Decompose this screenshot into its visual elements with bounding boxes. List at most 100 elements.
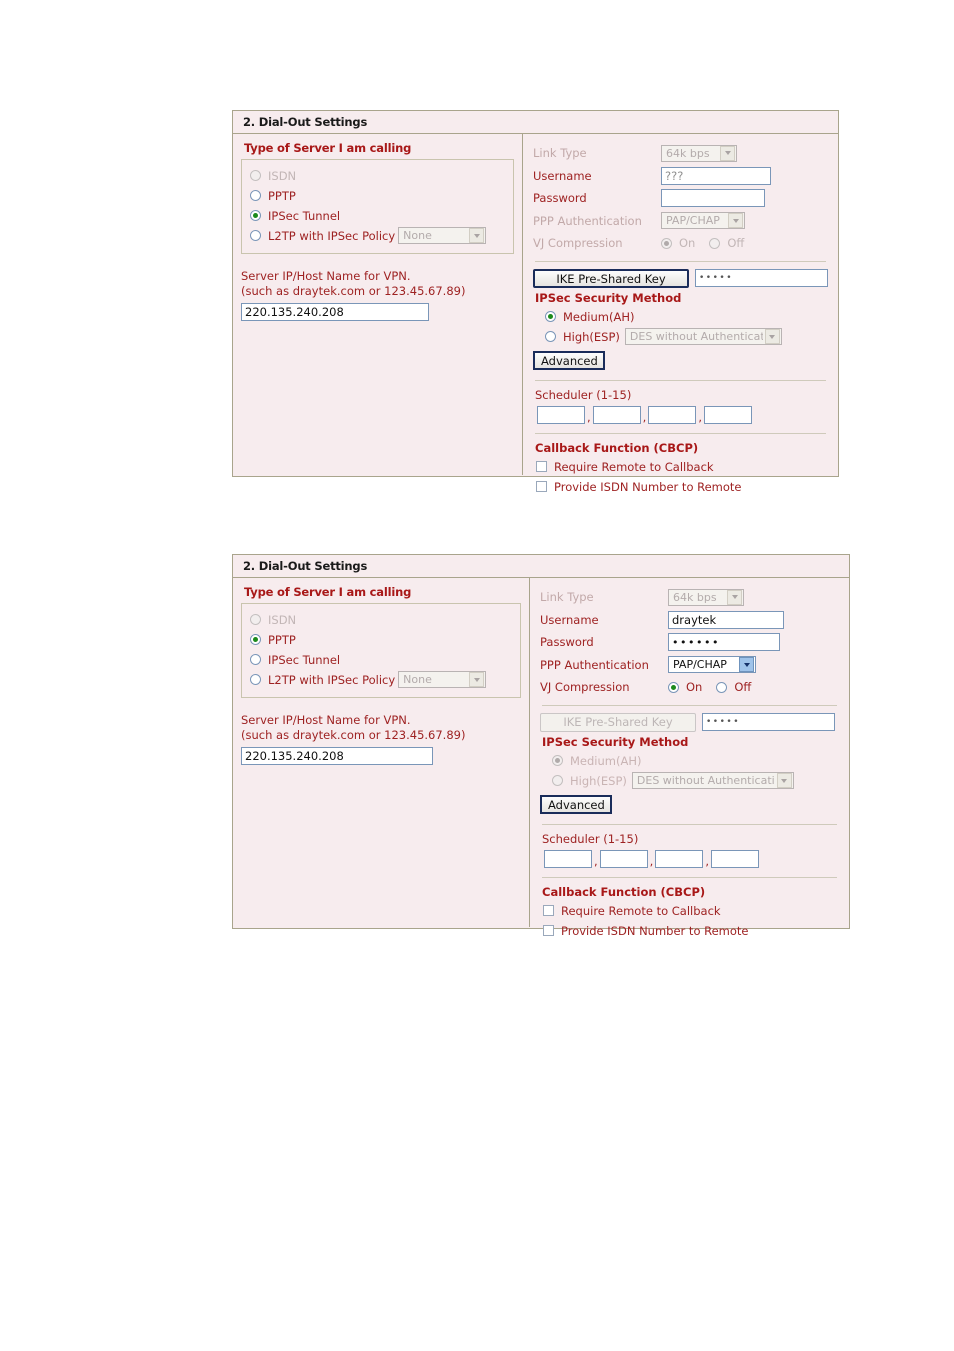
chevron-down-icon[interactable] bbox=[739, 657, 754, 673]
ipsec-label-high-esp: High(ESP) bbox=[570, 773, 627, 788]
scheduler-input-1[interactable] bbox=[537, 405, 585, 424]
checkbox-provide-isdn-icon[interactable] bbox=[543, 925, 554, 936]
ppp-authentication-value: PAP/CHAP bbox=[673, 658, 727, 672]
link-type-select[interactable]: 64k bps bbox=[668, 588, 744, 606]
ppp-authentication-select[interactable]: PAP/CHAP bbox=[661, 212, 745, 230]
ike-pre-shared-key-button[interactable]: IKE Pre-Shared Key bbox=[533, 268, 689, 288]
server-type-label-isdn: ISDN bbox=[268, 168, 297, 183]
radio-isdn-icon[interactable] bbox=[250, 614, 261, 625]
dial-out-settings-panel-1: 2. Dial-Out Settings Type of Server I am… bbox=[232, 110, 839, 494]
server-type-option-ipsec-tunnel[interactable]: IPSec Tunnel bbox=[250, 206, 507, 225]
radio-ipsec-tunnel-icon[interactable] bbox=[250, 210, 261, 221]
link-type-select[interactable]: 64k bps bbox=[661, 144, 737, 162]
radio-medium-ah-icon[interactable] bbox=[552, 755, 563, 766]
ipsec-option-high-esp[interactable]: High(ESP) DES without Authentication bbox=[533, 327, 828, 347]
callback-label-require-remote: Require Remote to Callback bbox=[561, 903, 721, 918]
password-input[interactable]: •••••• bbox=[668, 633, 780, 652]
chevron-down-icon[interactable] bbox=[776, 773, 792, 788]
server-ip-input[interactable]: 220.135.240.208 bbox=[241, 747, 433, 765]
callback-option-require-remote[interactable]: Require Remote to Callback bbox=[540, 901, 839, 921]
radio-pptp-icon[interactable] bbox=[250, 190, 261, 201]
radio-high-esp-icon[interactable] bbox=[545, 331, 556, 342]
radio-pptp-icon[interactable] bbox=[250, 634, 261, 645]
callback-function-heading: Callback Function (CBCP) bbox=[535, 440, 699, 455]
link-type-row: Link Type 64k bps bbox=[540, 586, 839, 609]
vj-compression-off-option[interactable]: Off bbox=[716, 680, 751, 694]
radio-high-esp-icon[interactable] bbox=[552, 775, 563, 786]
vj-off-label: Off bbox=[734, 680, 752, 695]
server-ip-input[interactable]: 220.135.240.208 bbox=[241, 303, 429, 321]
ppp-authentication-select[interactable]: PAP/CHAP bbox=[668, 656, 756, 674]
ike-pre-shared-key-input[interactable]: ••••• bbox=[702, 713, 835, 731]
radio-vj-off-icon[interactable] bbox=[716, 681, 728, 693]
server-type-option-isdn[interactable]: ISDN bbox=[250, 166, 507, 185]
connection-settings-column: Link Type 64k bps Username ??? Password … bbox=[523, 134, 838, 494]
chevron-down-icon[interactable] bbox=[764, 329, 780, 344]
radio-vj-on-icon[interactable] bbox=[661, 237, 672, 249]
server-type-options: ISDN PPTP IPSec Tunnel L2TP with IPSec P… bbox=[241, 159, 514, 254]
server-type-option-isdn[interactable]: ISDN bbox=[250, 610, 514, 629]
server-type-column: Type of Server I am calling ISDN PPTP IP… bbox=[233, 134, 523, 475]
l2tp-policy-select[interactable]: None bbox=[398, 227, 487, 244]
checkbox-provide-isdn-icon[interactable] bbox=[536, 481, 547, 492]
radio-vj-off-icon[interactable] bbox=[709, 237, 721, 249]
chevron-down-icon[interactable] bbox=[720, 145, 735, 161]
l2tp-policy-select[interactable]: None bbox=[398, 671, 487, 688]
esp-algorithm-select[interactable]: DES without Authentication bbox=[624, 328, 782, 345]
panel-body: Type of Server I am calling ISDN PPTP IP… bbox=[233, 577, 849, 938]
advanced-button[interactable]: Advanced bbox=[533, 350, 605, 370]
vj-compression-on-option[interactable]: On bbox=[668, 680, 702, 694]
esp-algorithm-value: DES without Authentication bbox=[629, 330, 763, 343]
vj-compression-row: VJ Compression On Off bbox=[533, 232, 828, 255]
checkbox-require-remote-icon[interactable] bbox=[536, 461, 547, 472]
ike-pre-shared-key-input[interactable]: ••••• bbox=[695, 269, 828, 287]
ike-pre-shared-key-row: IKE Pre-Shared Key ••••• bbox=[533, 268, 828, 288]
scheduler-comma: , bbox=[705, 853, 709, 868]
esp-algorithm-value: DES without Authentication bbox=[636, 774, 775, 787]
username-label: Username bbox=[540, 612, 599, 627]
advanced-button[interactable]: Advanced bbox=[540, 794, 612, 814]
radio-l2tp-icon[interactable] bbox=[250, 230, 261, 241]
scheduler-input-3[interactable] bbox=[655, 849, 704, 868]
username-row: Username draytek bbox=[540, 609, 839, 632]
scheduler-input-4[interactable] bbox=[703, 405, 752, 424]
server-type-option-pptp[interactable]: PPTP bbox=[250, 186, 507, 205]
password-input[interactable] bbox=[661, 189, 765, 208]
server-type-option-ipsec-tunnel[interactable]: IPSec Tunnel bbox=[250, 650, 514, 669]
checkbox-require-remote-icon[interactable] bbox=[543, 905, 554, 916]
radio-vj-on-icon[interactable] bbox=[668, 681, 679, 693]
scheduler-input-2[interactable] bbox=[592, 405, 641, 424]
password-label: Password bbox=[533, 191, 587, 206]
chevron-down-icon[interactable] bbox=[728, 213, 743, 229]
dial-out-settings-panel-2: 2. Dial-Out Settings Type of Server I am… bbox=[232, 554, 850, 938]
ipsec-option-high-esp[interactable]: High(ESP) DES without Authentication bbox=[540, 771, 839, 791]
scheduler-input-2[interactable] bbox=[599, 849, 648, 868]
ipsec-option-medium-ah[interactable]: Medium(AH) bbox=[533, 307, 828, 327]
username-input[interactable]: ??? bbox=[661, 166, 771, 185]
vj-compression-off-option[interactable]: Off bbox=[709, 236, 744, 250]
server-type-option-l2tp[interactable]: L2TP with IPSec Policy None bbox=[250, 226, 507, 245]
esp-algorithm-select[interactable]: DES without Authentication bbox=[631, 772, 794, 789]
chevron-down-icon[interactable] bbox=[469, 228, 485, 243]
callback-option-require-remote[interactable]: Require Remote to Callback bbox=[533, 457, 828, 477]
server-type-column: Type of Server I am calling ISDN PPTP IP… bbox=[233, 578, 530, 927]
radio-l2tp-icon[interactable] bbox=[250, 674, 261, 685]
chevron-down-icon[interactable] bbox=[469, 672, 485, 687]
scheduler-input-1[interactable] bbox=[544, 849, 592, 868]
vj-compression-on-option[interactable]: On bbox=[661, 236, 695, 250]
radio-ipsec-tunnel-icon[interactable] bbox=[250, 654, 261, 665]
ike-pre-shared-key-button[interactable]: IKE Pre-Shared Key bbox=[540, 712, 696, 732]
radio-medium-ah-icon[interactable] bbox=[545, 311, 556, 322]
ipsec-option-medium-ah[interactable]: Medium(AH) bbox=[540, 751, 839, 771]
server-type-heading: Type of Server I am calling bbox=[244, 141, 412, 155]
callback-option-provide-isdn[interactable]: Provide ISDN Number to Remote bbox=[540, 921, 839, 941]
username-input[interactable]: draytek bbox=[668, 610, 784, 629]
callback-option-provide-isdn[interactable]: Provide ISDN Number to Remote bbox=[533, 477, 828, 497]
ike-pre-shared-key-row: IKE Pre-Shared Key ••••• bbox=[540, 712, 839, 732]
scheduler-input-3[interactable] bbox=[648, 405, 697, 424]
chevron-down-icon[interactable] bbox=[727, 589, 742, 605]
scheduler-input-4[interactable] bbox=[710, 849, 759, 868]
radio-isdn-icon[interactable] bbox=[250, 170, 261, 181]
server-type-option-l2tp[interactable]: L2TP with IPSec Policy None bbox=[250, 670, 514, 689]
server-type-option-pptp[interactable]: PPTP bbox=[250, 630, 514, 649]
